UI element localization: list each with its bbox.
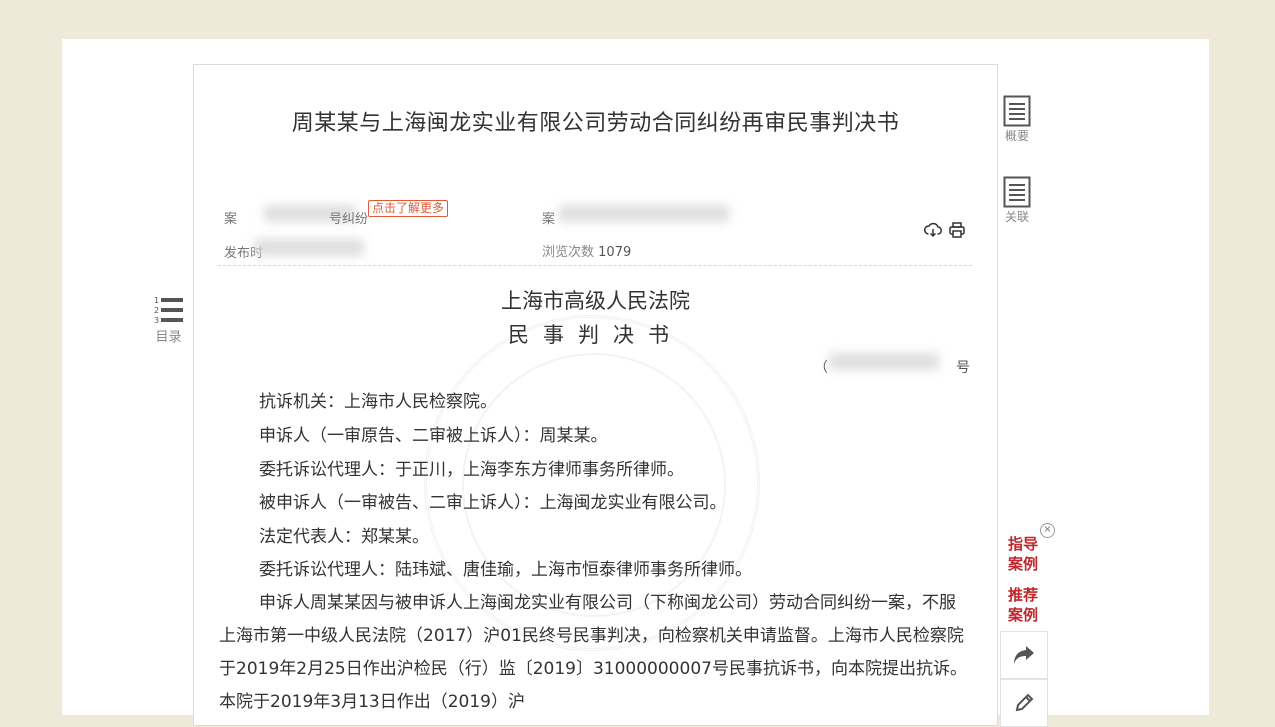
toc-label: 目录 <box>155 330 182 345</box>
download-icon[interactable] <box>924 221 942 239</box>
redacted-doc-no <box>829 353 939 370</box>
view-count-label: 浏览次数 <box>542 245 595 260</box>
party-paragraph: 委托诉讼代理人：陆玮斌、唐佳瑜，上海市恒泰律师事务所律师。 <box>259 560 752 580</box>
meta-label-2: 案 <box>542 212 556 227</box>
party-paragraph: 申诉人（一审原告、二审被上诉人）：周某某。 <box>259 426 608 446</box>
toc-num: 3 <box>154 316 160 325</box>
toc-num: 2 <box>154 306 160 315</box>
recommend-case-link[interactable]: 推荐 案例 <box>1008 585 1048 625</box>
document-title: 周某某与上海闽龙实业有限公司劳动合同纠纷再审民事判决书 <box>291 111 900 136</box>
learn-more-link[interactable]: 点击了解更多 <box>368 200 449 217</box>
summary-nav[interactable]: 概要 <box>1003 95 1031 144</box>
guide-case-line: 案例 <box>1008 555 1039 573</box>
summary-label: 概要 <box>1004 129 1029 143</box>
guide-case-link[interactable]: 指导 案例 <box>1008 534 1048 574</box>
toc-nav[interactable]: 1 2 3 目录 <box>154 296 184 345</box>
case-no-label: 案 <box>224 212 238 227</box>
judgment-document: 周某某与上海闽龙实业有限公司劳动合同纠纷再审民事判决书 案 号纠纷 点击了解更多… <box>193 64 998 726</box>
document-number: （ <box>814 357 828 377</box>
party-paragraph: 委托诉讼代理人：于正川，上海李东方律师事务所律师。 <box>259 460 684 480</box>
guide-case-line: 指导 <box>1008 535 1039 553</box>
party-paragraph: 法定代表人：郑某某。 <box>259 527 429 547</box>
document-icon <box>1003 95 1031 127</box>
share-button[interactable] <box>1000 631 1048 679</box>
redacted-court <box>559 205 729 222</box>
document-type: 民事判决书 <box>508 323 683 347</box>
document-list-icon <box>1003 176 1031 208</box>
court-name: 上海市高级人民法院 <box>501 289 690 313</box>
toc-num: 1 <box>154 296 160 305</box>
numbered-list-icon: 1 2 3 <box>154 296 184 326</box>
share-arrow-icon <box>1014 646 1034 664</box>
edit-button[interactable] <box>1000 679 1048 727</box>
related-nav[interactable]: 关联 <box>1003 176 1031 225</box>
redacted-publish-date <box>254 239 364 256</box>
view-count-value: 1079 <box>598 245 632 260</box>
recommend-case-line: 案例 <box>1008 606 1039 624</box>
pencil-icon <box>1015 693 1034 712</box>
doc-no-suffix: 号 <box>956 360 970 376</box>
party-paragraph: 抗诉机关：上海市人民检察院。 <box>259 392 497 412</box>
case-description: 申诉人周某某因与被申诉人上海闽龙实业有限公司（下称闽龙公司）劳动合同纠纷一案，不… <box>219 593 967 712</box>
doc-no-prefix: （ <box>814 360 828 376</box>
related-label: 关联 <box>1004 210 1029 224</box>
print-icon[interactable] <box>948 221 966 239</box>
view-count: 浏览次数 1079 <box>542 241 631 260</box>
case-cause: 号纠纷 <box>329 212 369 227</box>
party-paragraph: 被申诉人（一审被告、二审上诉人）：上海闽龙实业有限公司。 <box>259 493 727 513</box>
meta-divider <box>218 265 972 266</box>
document-tools <box>924 221 966 239</box>
recommend-case-line: 推荐 <box>1008 586 1039 604</box>
